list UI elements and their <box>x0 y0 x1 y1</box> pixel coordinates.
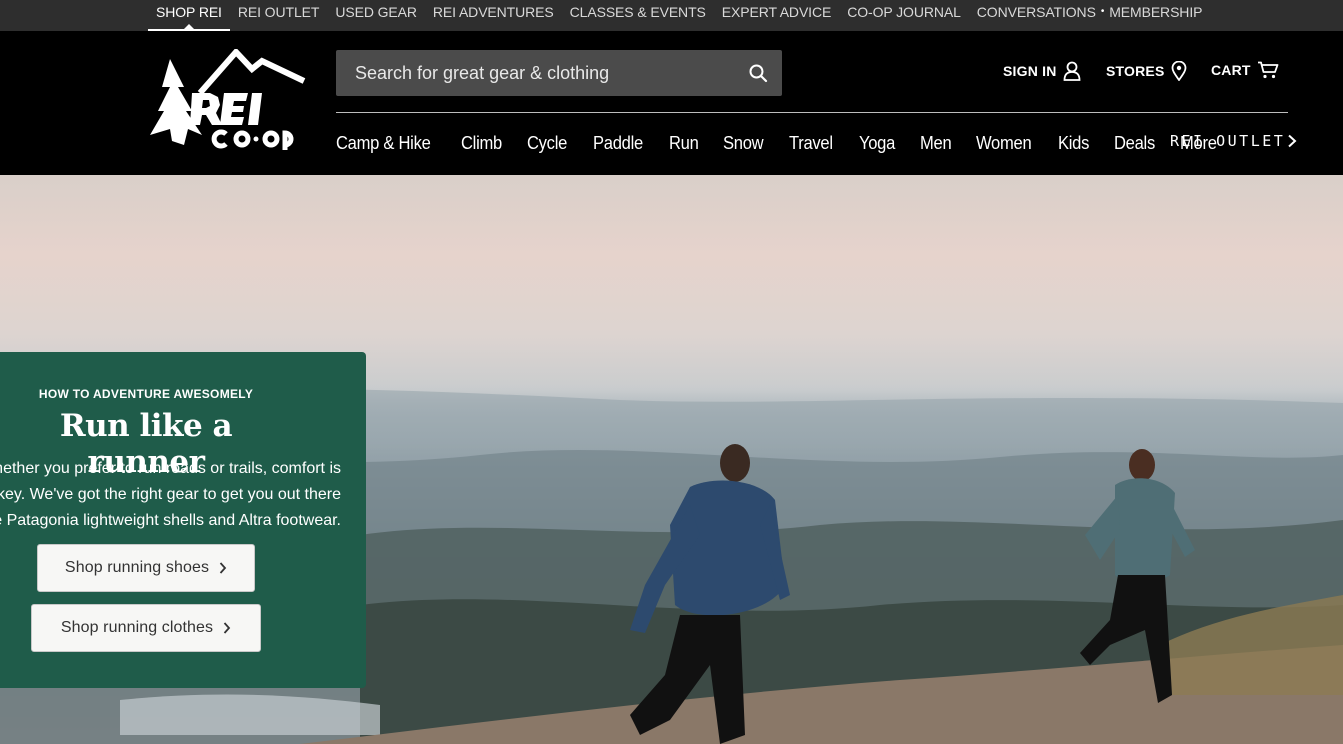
nav-item-deals[interactable]: Deals <box>1114 133 1155 154</box>
nav-item-kids[interactable]: Kids <box>1058 133 1089 154</box>
rei-outlet-label: REI OUTLET <box>1170 132 1286 150</box>
hero-banner: HOW TO ADVENTURE AWESOMELY Run like a ru… <box>0 175 1343 744</box>
promo-body-line: like Patagonia lightweight shells and Al… <box>0 512 341 529</box>
cart-icon <box>1257 61 1279 79</box>
shop-running-clothes-button[interactable]: Shop running clothes <box>31 604 261 652</box>
search-icon[interactable] <box>748 63 768 83</box>
promo-body: Whether you prefer to run roads or trail… <box>0 456 341 534</box>
promo-body-line: Whether you prefer to run roads or trail… <box>0 460 341 477</box>
nav-item-travel[interactable]: Travel <box>789 133 833 154</box>
shop-running-shoes-button[interactable]: Shop running shoes <box>37 544 255 592</box>
main-category-nav: Camp & Hike Climb Cycle Paddle Run Snow … <box>336 131 1297 155</box>
topbar-link-shop-rei[interactable]: SHOP REI <box>148 0 230 31</box>
promo-body-line: key. We've got the right gear to get you… <box>0 486 341 503</box>
nav-item-camp-hike[interactable]: Camp & Hike <box>336 133 431 154</box>
promo-card: HOW TO ADVENTURE AWESOMELY Run like a ru… <box>0 352 366 688</box>
top-utility-bar: SHOP REI REI OUTLET USED GEAR REI ADVENT… <box>0 0 1343 31</box>
chevron-right-icon <box>1288 134 1297 148</box>
header-divider <box>336 112 1288 113</box>
shop-running-shoes-label: Shop running shoes <box>64 559 210 576</box>
topbar-link-used-gear[interactable]: USED GEAR <box>327 0 425 31</box>
topbar-link-rei-adventures[interactable]: REI ADVENTURES <box>425 0 562 31</box>
nav-item-climb[interactable]: Climb <box>461 133 502 154</box>
promo-eyebrow: HOW TO ADVENTURE AWESOMELY <box>38 387 254 401</box>
site-header: SIGN IN STORES CART Camp & Hike Climb Cy… <box>0 31 1343 175</box>
nav-item-yoga[interactable]: Yoga <box>859 133 895 154</box>
sign-in-link[interactable]: SIGN IN <box>1003 61 1081 81</box>
shop-running-clothes-label: Shop running clothes <box>60 619 214 636</box>
topbar-link-rei-outlet[interactable]: REI OUTLET <box>230 0 327 31</box>
sign-in-label: SIGN IN <box>1003 63 1057 79</box>
topbar-link-expert-advice[interactable]: EXPERT ADVICE <box>714 0 839 31</box>
topbar-link-coop-journal[interactable]: CO-OP JOURNAL <box>839 0 969 31</box>
rei-outlet-link[interactable]: REI OUTLET <box>1170 132 1297 150</box>
nav-item-snow[interactable]: Snow <box>723 133 764 154</box>
rei-coop-logo[interactable] <box>148 47 308 151</box>
topbar-link-conversations[interactable]: CONVERSATIONS <box>969 0 1100 31</box>
rei-logo-icon <box>150 47 306 150</box>
topbar-link-membership[interactable]: MEMBERSHIP <box>1105 0 1210 31</box>
search-bar <box>336 50 782 96</box>
chevron-right-icon <box>223 622 231 634</box>
nav-item-men[interactable]: Men <box>920 133 952 154</box>
nav-item-run[interactable]: Run <box>669 133 699 154</box>
nav-item-cycle[interactable]: Cycle <box>527 133 567 154</box>
location-pin-icon <box>1171 61 1186 81</box>
nav-item-women[interactable]: Women <box>976 133 1032 154</box>
chevron-right-icon <box>219 562 227 574</box>
stores-link[interactable]: STORES <box>1106 61 1187 81</box>
user-icon <box>1063 61 1080 81</box>
search-input[interactable] <box>336 50 726 96</box>
stores-label: STORES <box>1106 63 1165 79</box>
cart-link[interactable]: CART <box>1211 61 1279 79</box>
cart-label: CART <box>1211 62 1251 78</box>
nav-item-paddle[interactable]: Paddle <box>593 133 643 154</box>
topbar-link-classes-events[interactable]: CLASSES & EVENTS <box>562 0 714 31</box>
